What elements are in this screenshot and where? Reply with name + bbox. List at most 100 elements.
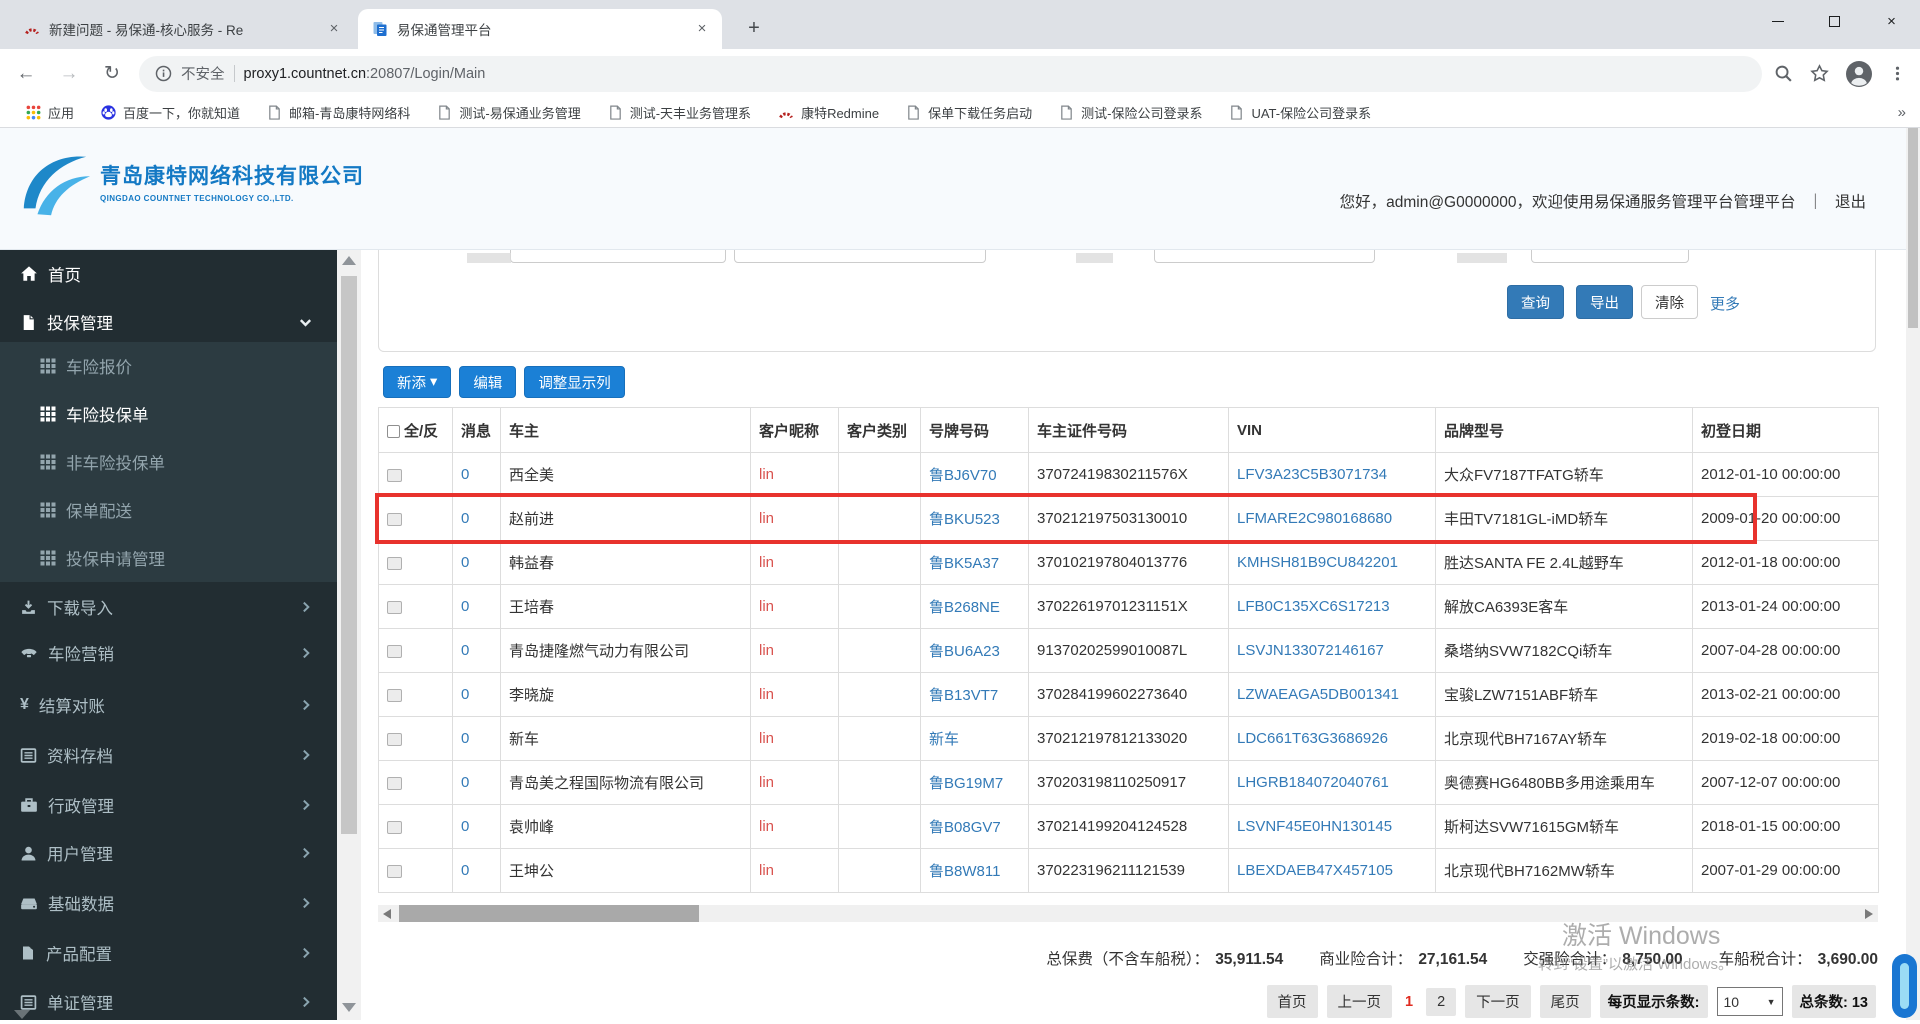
- vin-link[interactable]: LBEXDAEB47X457105: [1237, 862, 1393, 879]
- sidebar-scrollbar[interactable]: [337, 250, 361, 1020]
- vin-link[interactable]: LFB0C135XC6S17213: [1237, 598, 1390, 615]
- sidebar-subitem[interactable]: 保单配送: [0, 486, 337, 534]
- sidebar-item[interactable]: 投保管理: [0, 300, 337, 344]
- vin-link[interactable]: LFV3A23C5B3071734: [1237, 466, 1387, 483]
- message-link[interactable]: 0: [461, 730, 469, 747]
- tab-close-icon[interactable]: ×: [692, 19, 712, 39]
- message-link[interactable]: 0: [461, 466, 469, 483]
- reload-icon[interactable]: ↻: [95, 57, 129, 91]
- sidebar-item[interactable]: 基础数据: [0, 881, 337, 925]
- sidebar-item[interactable]: 车险营销: [0, 631, 337, 675]
- row-checkbox[interactable]: [387, 776, 402, 790]
- scroll-up-icon[interactable]: [342, 256, 356, 265]
- bookmarks-overflow-icon[interactable]: »: [1898, 104, 1906, 121]
- bookmark-item[interactable]: 测试-保险公司登录系: [1059, 103, 1202, 122]
- sidebar-item[interactable]: 产品配置: [0, 931, 337, 975]
- bookmark-item[interactable]: 保单下载任务启动: [906, 103, 1032, 122]
- edit-button[interactable]: 编辑: [459, 366, 517, 398]
- vin-link[interactable]: LDC661T63G3686926: [1237, 730, 1388, 747]
- row-checkbox[interactable]: [387, 820, 402, 834]
- sidebar-item[interactable]: 下载导入: [0, 585, 337, 629]
- bookmark-item[interactable]: UAT-保险公司登录系: [1229, 103, 1371, 122]
- page-scrollbar[interactable]: [1906, 128, 1920, 1020]
- avatar-icon[interactable]: [1846, 60, 1872, 87]
- plate-link[interactable]: 鲁B13VT7: [929, 687, 998, 704]
- row-checkbox[interactable]: [387, 556, 402, 570]
- per-page-select[interactable]: 10 ▼: [1716, 987, 1783, 1016]
- next-page-button[interactable]: 下一页: [1465, 985, 1531, 1018]
- scroll-left-icon[interactable]: [383, 909, 391, 919]
- page-button[interactable]: 2: [1426, 987, 1457, 1016]
- bookmark-item[interactable]: 百度一下，你就知道: [101, 103, 240, 122]
- sidebar-subitem[interactable]: 车险报价: [0, 342, 337, 390]
- message-link[interactable]: 0: [461, 554, 469, 571]
- plate-link[interactable]: 鲁BKU523: [929, 511, 1000, 528]
- horizontal-scrollbar-thumb[interactable]: [399, 905, 699, 922]
- query-input[interactable]: [1531, 250, 1689, 263]
- browser-tab-active[interactable]: 易保通管理平台 ×: [358, 9, 722, 49]
- bookmark-item[interactable]: 康特Redmine: [778, 103, 879, 122]
- query-input[interactable]: [1154, 250, 1375, 263]
- bookmark-item[interactable]: 邮箱-青岛康特网络科: [267, 103, 410, 122]
- vin-link[interactable]: LFMARE2C980168680: [1237, 510, 1392, 527]
- minimize-button[interactable]: [1749, 0, 1806, 42]
- last-page-button[interactable]: 尾页: [1539, 985, 1591, 1018]
- vin-link[interactable]: KMHSH81B9CU842201: [1237, 554, 1398, 571]
- sidebar-scrollbar-thumb[interactable]: [341, 276, 357, 834]
- blue-scroll-widget[interactable]: [1892, 954, 1917, 1018]
- sidebar-subitem[interactable]: 车险投保单: [0, 390, 337, 438]
- add-button[interactable]: 新添 ▾: [383, 366, 452, 398]
- plate-link[interactable]: 鲁B08GV7: [929, 819, 1001, 836]
- export-button[interactable]: 导出: [1576, 285, 1633, 319]
- query-button[interactable]: 查询: [1507, 285, 1564, 319]
- first-page-button[interactable]: 首页: [1266, 985, 1318, 1018]
- scroll-down-icon[interactable]: [342, 1003, 356, 1012]
- plate-link[interactable]: 鲁B8W811: [929, 863, 1000, 880]
- sidebar-item[interactable]: 用户管理: [0, 831, 337, 875]
- horizontal-scrollbar[interactable]: [378, 905, 1878, 922]
- clear-button[interactable]: 清除: [1641, 285, 1698, 319]
- message-link[interactable]: 0: [461, 642, 469, 659]
- row-checkbox[interactable]: [387, 688, 402, 702]
- plate-link[interactable]: 鲁BJ6V70: [929, 467, 997, 484]
- current-page[interactable]: 1: [1401, 988, 1417, 1016]
- plate-link[interactable]: 鲁B268NE: [929, 599, 1000, 616]
- restore-button[interactable]: [1806, 0, 1863, 42]
- tab-close-icon[interactable]: ×: [324, 19, 344, 39]
- star-icon[interactable]: [1810, 64, 1829, 83]
- row-checkbox[interactable]: [387, 468, 402, 482]
- scroll-right-icon[interactable]: [1865, 909, 1873, 919]
- row-checkbox[interactable]: [387, 600, 402, 614]
- new-tab-button[interactable]: +: [740, 15, 768, 43]
- plate-link[interactable]: 鲁BG19M7: [929, 775, 1003, 792]
- adjust-columns-button[interactable]: 调整显示列: [524, 366, 625, 398]
- query-input[interactable]: [734, 250, 986, 263]
- address-bar[interactable]: 不安全 proxy1.countnet.cn:20807/Login/Main: [139, 55, 1762, 92]
- row-checkbox[interactable]: [387, 732, 402, 746]
- row-checkbox[interactable]: [387, 644, 402, 658]
- message-link[interactable]: 0: [461, 598, 469, 615]
- query-input[interactable]: [510, 250, 726, 263]
- select-all-checkbox[interactable]: [387, 425, 400, 439]
- message-link[interactable]: 0: [461, 862, 469, 879]
- sidebar-subitem[interactable]: 非车险投保单: [0, 438, 337, 486]
- message-link[interactable]: 0: [461, 774, 469, 791]
- message-link[interactable]: 0: [461, 686, 469, 703]
- forward-icon[interactable]: →: [52, 57, 86, 91]
- bookmark-item[interactable]: 应用: [26, 103, 74, 122]
- bookmark-item[interactable]: 测试-易保通业务管理: [437, 103, 581, 122]
- page-scrollbar-thumb[interactable]: [1908, 128, 1918, 328]
- plate-link[interactable]: 鲁BK5A37: [929, 555, 999, 572]
- vin-link[interactable]: LSVJN133072146167: [1237, 642, 1384, 659]
- message-link[interactable]: 0: [461, 818, 469, 835]
- more-link[interactable]: 更多: [1710, 293, 1740, 314]
- vin-link[interactable]: LSVNF45E0HN130145: [1237, 818, 1392, 835]
- sidebar-item[interactable]: ¥ 结算对账: [0, 683, 337, 727]
- logout-link[interactable]: 退出: [1835, 190, 1866, 212]
- row-checkbox[interactable]: [387, 512, 402, 526]
- bookmark-item[interactable]: 测试-天丰业务管理系: [608, 103, 751, 122]
- sidebar-item[interactable]: 行政管理: [0, 783, 337, 827]
- sidebar-item[interactable]: 资料存档: [0, 733, 337, 777]
- close-button[interactable]: ×: [1863, 0, 1920, 42]
- plate-link[interactable]: 新车: [929, 731, 959, 748]
